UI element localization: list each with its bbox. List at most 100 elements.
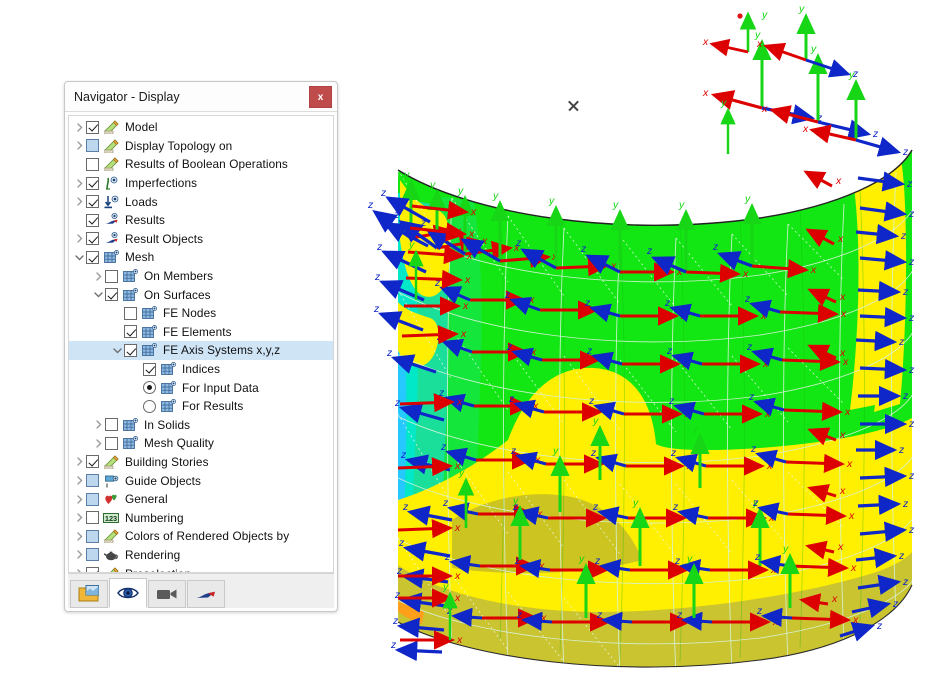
chevron-right-icon[interactable] <box>73 457 86 466</box>
tree-item-display-topology-on[interactable]: Display Topology on <box>69 137 333 156</box>
display-tree[interactable]: Model Display Topology on Results of Boole… <box>68 115 334 573</box>
checkbox-display-topology-on[interactable] <box>86 139 99 152</box>
chevron-right-icon[interactable] <box>73 197 86 206</box>
tree-item-numbering[interactable]: 123Numbering <box>69 508 333 527</box>
tree-item-indices[interactable]: Indices <box>69 360 333 379</box>
svg-text:y: y <box>457 185 464 197</box>
checkbox-on-surfaces[interactable] <box>105 288 118 301</box>
chevron-right-icon[interactable] <box>73 123 86 132</box>
checkbox-fe-nodes[interactable] <box>124 307 137 320</box>
svg-text:z: z <box>398 537 405 549</box>
svg-text:z: z <box>908 208 915 220</box>
tree-item-fe-axis-systems[interactable]: FE Axis Systems x,y,z <box>69 341 333 360</box>
tree-item-general[interactable]: General <box>69 490 333 509</box>
tab-display[interactable] <box>109 578 147 608</box>
checkbox-guide-objects[interactable] <box>86 474 99 487</box>
tree-item-fe-nodes[interactable]: FE Nodes <box>69 304 333 323</box>
checkbox-fe-elements[interactable] <box>124 325 137 338</box>
svg-text:z: z <box>902 390 909 402</box>
checkbox-on-members[interactable] <box>105 270 118 283</box>
svg-text:x: x <box>702 36 709 48</box>
svg-text:y: y <box>798 3 805 15</box>
chevron-right-icon[interactable] <box>92 420 105 429</box>
navigator-tab-bar[interactable] <box>68 573 334 608</box>
mesh-grid-icon <box>103 250 119 265</box>
tree-item-results-of-boolean-operations[interactable]: Results of Boolean Operations <box>69 155 333 174</box>
svg-text:y: y <box>552 445 559 457</box>
tree-item-loads[interactable]: Loads <box>69 192 333 211</box>
checkbox-mesh-quality[interactable] <box>105 437 118 450</box>
checkbox-general[interactable] <box>86 493 99 506</box>
tree-item-guide-objects[interactable]: Guide Objects <box>69 471 333 490</box>
tree-item-on-members[interactable]: On Members <box>69 267 333 286</box>
checkbox-results-of-boolean-operations[interactable] <box>86 158 99 171</box>
checkbox-result-objects[interactable] <box>86 232 99 245</box>
close-icon[interactable]: x <box>309 86 332 108</box>
checkbox-indices[interactable] <box>143 363 156 376</box>
tree-item-result-objects[interactable]: Result Objects <box>69 230 333 249</box>
tree-item-colors-of-rendered-objects-by[interactable]: Colors of Rendered Objects by <box>69 527 333 546</box>
chevron-down-icon[interactable] <box>92 290 105 299</box>
tree-item-mesh-quality[interactable]: Mesh Quality <box>69 434 333 453</box>
tree-item-label: Result Objects <box>124 232 203 246</box>
checkbox-colors-of-rendered-objects-by[interactable] <box>86 530 99 543</box>
chevron-down-icon[interactable] <box>73 253 86 262</box>
svg-text:z: z <box>902 146 909 158</box>
chevron-right-icon[interactable] <box>73 495 86 504</box>
mesh-grid-icon <box>122 436 138 451</box>
navigator-display-panel[interactable]: Navigator - Display x Model Display Topol… <box>64 81 338 612</box>
chevron-right-icon[interactable] <box>73 234 86 243</box>
tree-item-fe-elements[interactable]: FE Elements <box>69 323 333 342</box>
svg-text:z: z <box>876 620 883 632</box>
checkbox-loads[interactable] <box>86 195 99 208</box>
svg-text:z: z <box>902 498 909 510</box>
tree-item-for-results[interactable]: For Results <box>69 397 333 416</box>
svg-text:x: x <box>462 300 469 312</box>
tree-item-building-stories[interactable]: Building Stories <box>69 453 333 472</box>
chevron-right-icon[interactable] <box>73 141 86 150</box>
checkbox-in-solids[interactable] <box>105 418 118 431</box>
radio-for-results[interactable] <box>143 400 156 413</box>
checkbox-building-stories[interactable] <box>86 455 99 468</box>
tree-item-model[interactable]: Model <box>69 118 333 137</box>
checkbox-model[interactable] <box>86 121 99 134</box>
mesh-grid-icon <box>141 306 157 321</box>
panel-title-bar: Navigator - Display x <box>65 82 337 112</box>
tab-results[interactable] <box>187 580 225 608</box>
tab-data[interactable] <box>70 580 108 608</box>
tree-item-in-solids[interactable]: In Solids <box>69 416 333 435</box>
tab-views[interactable] <box>148 580 186 608</box>
checkbox-rendering[interactable] <box>86 548 99 561</box>
checkbox-fe-axis-systems[interactable] <box>124 344 137 357</box>
checkbox-imperfections[interactable] <box>86 177 99 190</box>
chevron-right-icon[interactable] <box>73 513 86 522</box>
chevron-right-icon[interactable] <box>73 179 86 188</box>
chevron-right-icon[interactable] <box>73 550 86 559</box>
general-hearts-icon <box>103 492 119 507</box>
chevron-right-icon[interactable] <box>73 476 86 485</box>
tree-item-mesh[interactable]: Mesh <box>69 248 333 267</box>
tree-item-for-input-data[interactable]: For Input Data <box>69 378 333 397</box>
tree-item-imperfections[interactable]: Imperfections <box>69 174 333 193</box>
svg-text:z: z <box>670 447 677 459</box>
svg-text:z: z <box>908 524 915 536</box>
svg-text:x: x <box>468 228 475 240</box>
checkbox-mesh[interactable] <box>86 251 99 264</box>
tree-item-results[interactable]: Results <box>69 211 333 230</box>
tree-item-label: For Results <box>181 399 243 413</box>
checkbox-results[interactable] <box>86 214 99 227</box>
chevron-right-icon[interactable] <box>92 272 105 281</box>
svg-text:x: x <box>454 522 461 534</box>
tree-item-label: Display Topology on <box>124 139 232 153</box>
checkbox-numbering[interactable] <box>86 511 99 524</box>
tree-item-label: For Input Data <box>181 381 259 395</box>
svg-text:x: x <box>464 274 471 286</box>
radio-for-input-data[interactable] <box>143 381 156 394</box>
chevron-right-icon[interactable] <box>92 439 105 448</box>
tree-item-on-surfaces[interactable]: On Surfaces <box>69 285 333 304</box>
chevron-right-icon[interactable] <box>73 532 86 541</box>
tree-item-preselection[interactable]: Preselection <box>69 564 333 573</box>
svg-text:x: x <box>456 396 463 408</box>
tree-item-rendering[interactable]: Rendering <box>69 546 333 565</box>
chevron-down-icon[interactable] <box>111 346 124 355</box>
